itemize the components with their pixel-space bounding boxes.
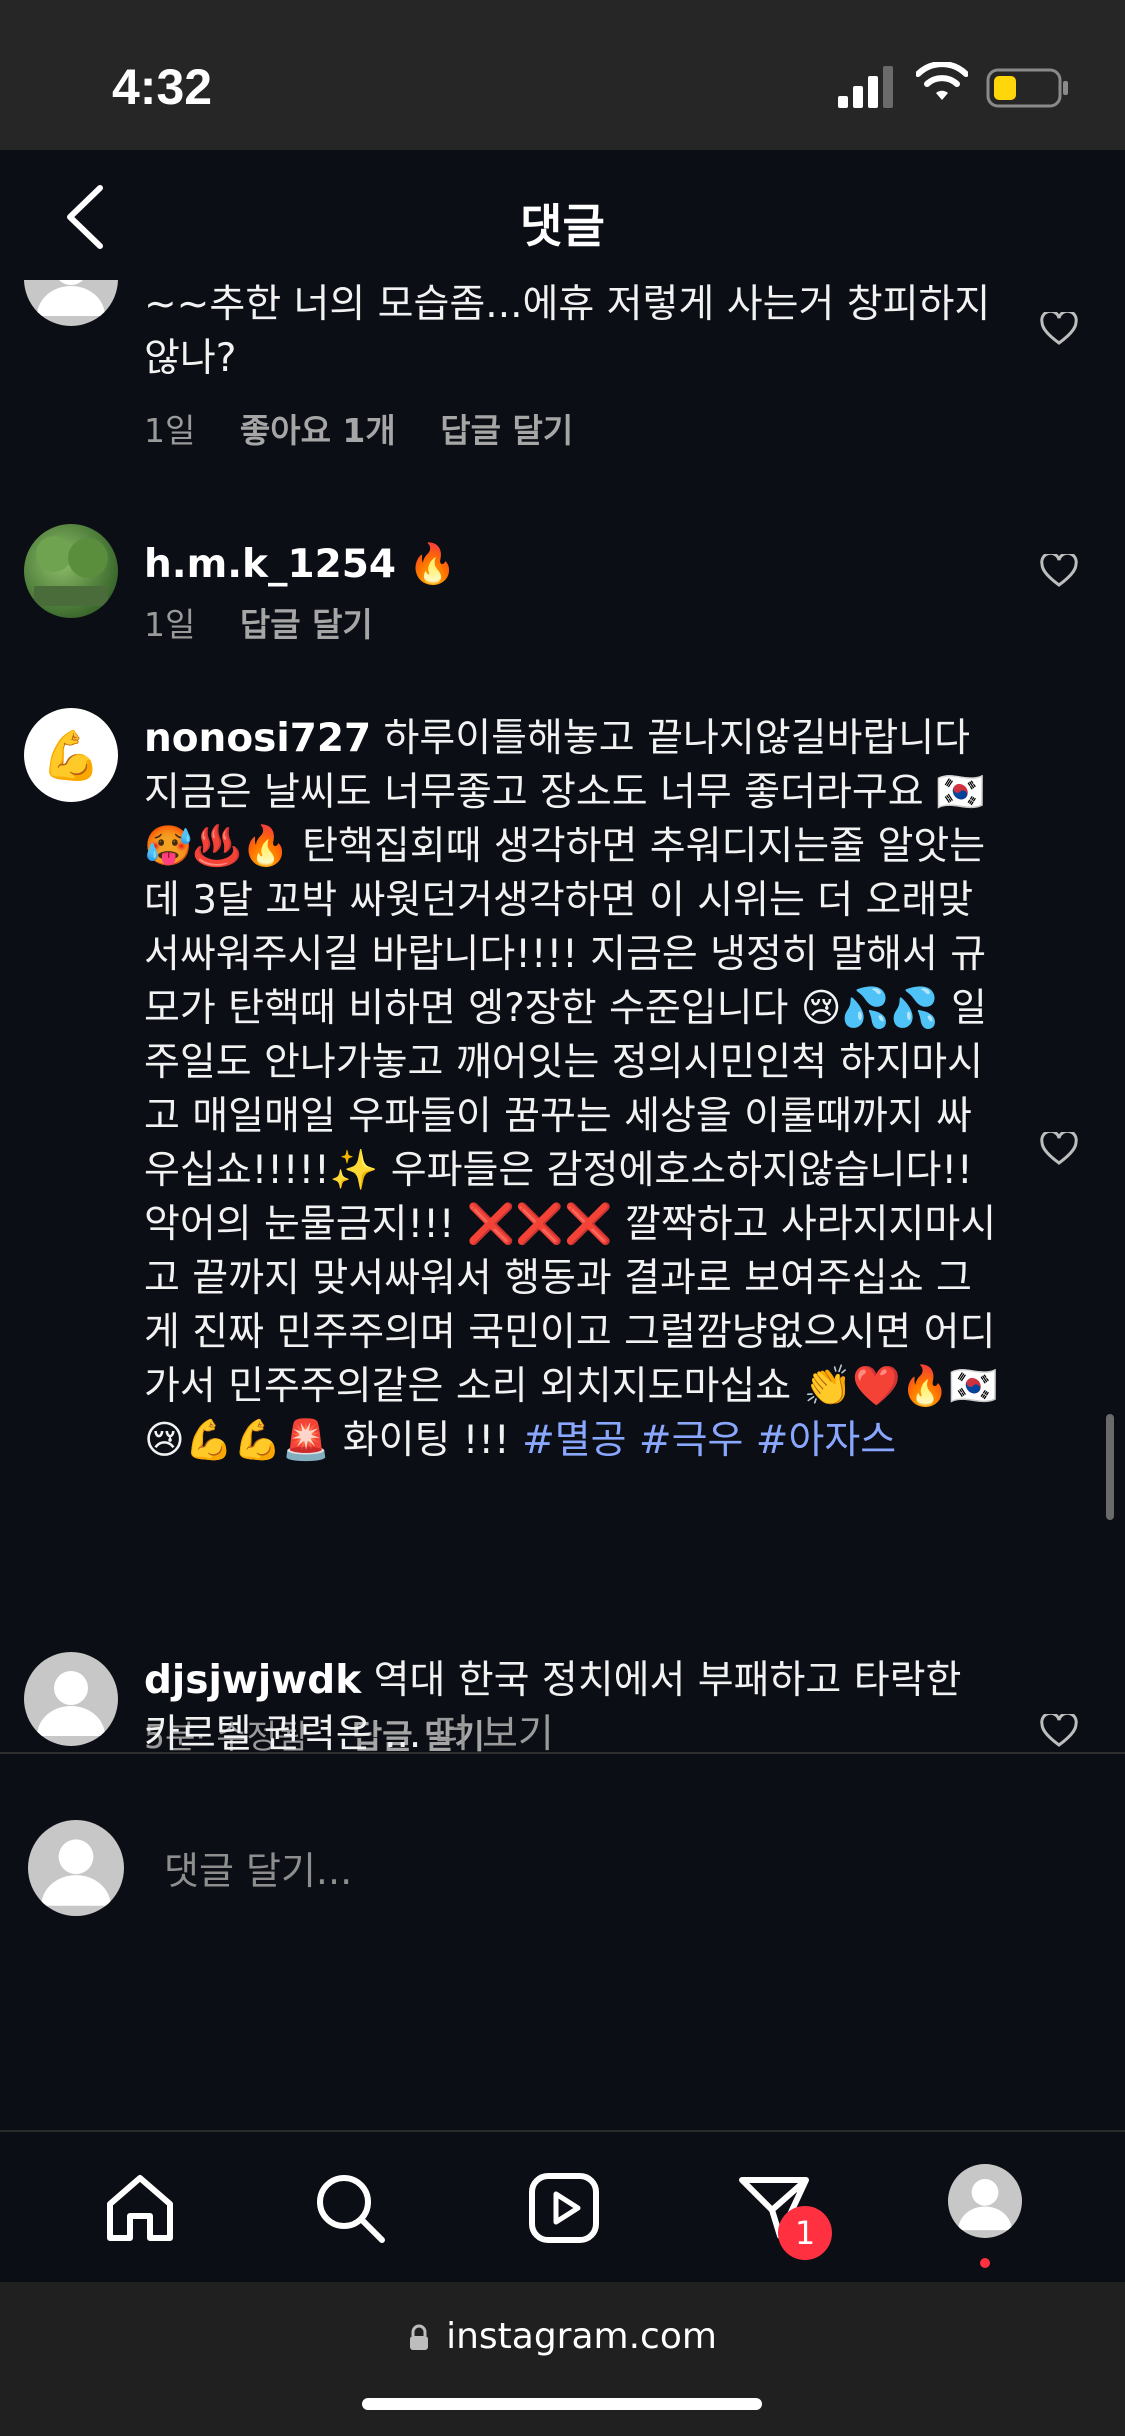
username[interactable]: h.m.k_1254	[144, 542, 396, 587]
url-display[interactable]: instagram.com	[0, 2316, 1125, 2357]
page-title: 댓글	[520, 199, 605, 253]
default-avatar-icon	[37, 280, 105, 316]
comment-meta: 1일 답글 달기	[144, 598, 407, 646]
comment-text: ~~추한 너의 모습좀...에휴 저렇게 사는거 창피하지 않나?	[144, 280, 1004, 386]
cellular-signal-icon	[838, 66, 893, 108]
comment-input[interactable]: 댓글 달기...	[164, 1840, 352, 1895]
avatar[interactable]	[24, 280, 118, 326]
comment-body: ~~추한 너의 모습좀...에휴 저렇게 사는거 창피하지 않나?	[144, 282, 991, 381]
username[interactable]: djsjwjwdk	[144, 1658, 361, 1703]
home-icon[interactable]	[102, 2170, 178, 2246]
comment-meta: 1일 좋아요 1개 답글 달기	[144, 404, 607, 452]
likes-count[interactable]: 좋아요 1개	[240, 411, 396, 450]
profile-tab-avatar[interactable]	[948, 2164, 1022, 2238]
home-indicator[interactable]	[362, 2398, 762, 2410]
wifi-icon	[916, 62, 968, 100]
reels-icon[interactable]	[526, 2170, 602, 2246]
url-text: instagram.com	[446, 2316, 717, 2357]
lock-icon	[410, 2324, 429, 2350]
reply-button[interactable]: 답글 달기	[440, 411, 573, 450]
see-more-link[interactable]: 더 보기	[434, 1712, 554, 1752]
avatar-emoji: 💪	[41, 727, 101, 784]
avatar[interactable]	[24, 1652, 118, 1746]
hashtags[interactable]: #멸공 #극우 #아자스	[522, 1418, 896, 1463]
browser-url-bar[interactable]: instagram.com	[0, 2282, 1125, 2436]
messages-badge: 1	[778, 2206, 832, 2260]
reply-button[interactable]: 답글 달기	[240, 605, 373, 644]
comment-text: nonosi727 하루이틀해놓고 끝나지않길바랍니다 지금은 날씨도 너무좋고…	[144, 712, 1004, 1468]
my-avatar	[28, 1820, 124, 1916]
default-avatar-icon	[37, 1671, 105, 1736]
comment-time: 1일	[144, 411, 196, 450]
header: 댓글	[0, 150, 1125, 280]
profile-notification-dot	[980, 2258, 990, 2268]
heart-icon[interactable]	[1040, 312, 1078, 346]
scrollbar[interactable]	[1106, 1414, 1114, 1520]
battery-icon	[986, 68, 1068, 108]
comment-body: 🔥	[408, 542, 457, 587]
comment-body: 하루이틀해놓고 끝나지않길바랍니다 지금은 날씨도 너무좋고 장소도 너무 좋더…	[144, 716, 998, 1463]
bottom-tab-bar: 1	[0, 2130, 1125, 2282]
status-time: 4:32	[112, 59, 213, 115]
comment-time: 1일	[144, 605, 196, 644]
heart-icon[interactable]	[1040, 1714, 1078, 1748]
comment-list[interactable]: ~~추한 너의 모습좀...에휴 저렇게 사는거 창피하지 않나? 1일 좋아요…	[0, 280, 1125, 1752]
status-bar: 4:32	[0, 0, 1125, 150]
avatar[interactable]: 💪	[24, 708, 118, 802]
default-avatar-icon	[41, 1839, 111, 1906]
default-avatar-icon	[958, 2178, 1012, 2231]
comment-text: h.m.k_1254 🔥	[144, 538, 1004, 592]
heart-icon[interactable]	[1040, 1132, 1078, 1166]
comment-composer: 댓글 달기...	[0, 1754, 1125, 2130]
search-icon[interactable]	[312, 2170, 388, 2246]
comment-text: djsjwjwdk 역대 한국 정치에서 부패하고 타락한 카르텔 권력은 ..…	[144, 1654, 1004, 1752]
avatar[interactable]	[24, 524, 118, 618]
heart-icon[interactable]	[1040, 554, 1078, 588]
avatar-photo-icon	[34, 536, 108, 606]
username[interactable]: nonosi727	[144, 716, 371, 761]
